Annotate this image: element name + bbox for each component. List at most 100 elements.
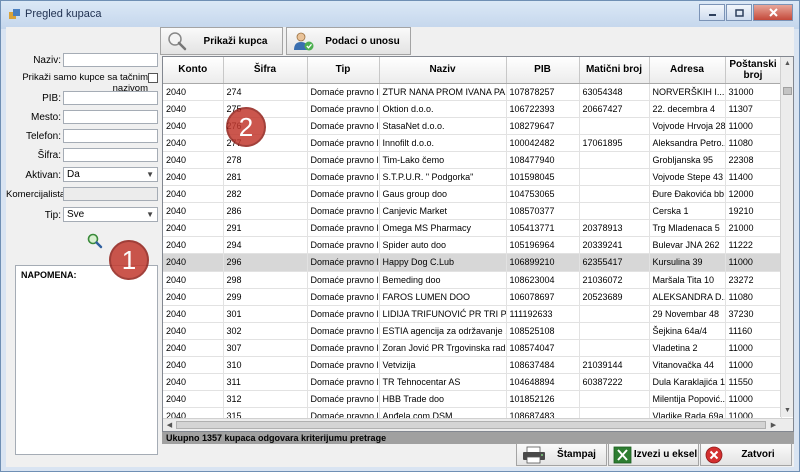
table-row[interactable]: 2040299Domaće pravno li...FAROS LUMEN DO… xyxy=(163,288,782,306)
scroll-down-icon[interactable]: ▼ xyxy=(781,404,793,417)
table-cell: 108570377 xyxy=(506,202,580,221)
scroll-left-icon[interactable]: ◀ xyxy=(163,419,176,431)
table-cell: 11550 xyxy=(725,373,782,392)
close-label: Zatvori xyxy=(741,449,775,460)
table-row[interactable]: 2040298Domaće pravno li...Bemeding doo10… xyxy=(163,271,782,289)
print-button[interactable]: Štampaj xyxy=(516,443,607,466)
table-row[interactable]: 2040296Domaće pravno li...Happy Dog C.Lu… xyxy=(163,253,782,272)
minimize-button[interactable] xyxy=(699,4,725,21)
table-row[interactable]: 2040286Domaće pravno li...Canjevic Marke… xyxy=(163,202,782,221)
export-excel-button[interactable]: Izvezi u eksel xyxy=(608,443,699,466)
table-cell: Domaće pravno li... xyxy=(307,271,380,289)
table-cell: 108623004 xyxy=(506,271,580,289)
maximize-button[interactable] xyxy=(726,4,752,21)
table-row[interactable]: 2040281Domaće pravno li...S.T.P.U.R. " P… xyxy=(163,168,782,187)
table-cell: 11080 xyxy=(725,134,782,152)
table-cell: 101852126 xyxy=(506,390,580,409)
search-icon[interactable] xyxy=(86,232,104,250)
close-button[interactable]: Zatvori xyxy=(700,443,792,466)
table-row[interactable]: 2040311Domaće pravno li...TR Tehnocentar… xyxy=(163,373,782,392)
table-cell: ESTIA agencija za održavanje ... xyxy=(379,322,507,340)
scroll-thumb[interactable] xyxy=(783,87,792,95)
komercijalista-input[interactable] xyxy=(63,187,158,201)
table-cell: 312 xyxy=(223,390,308,409)
entry-data-button[interactable]: Podaci o unosu xyxy=(286,27,411,55)
table-row[interactable]: 2040310Domaće pravno li...Vetvizija10863… xyxy=(163,356,782,375)
column-header[interactable]: Tip xyxy=(307,57,380,84)
show-customers-button[interactable]: Prikaži kupca xyxy=(160,27,283,55)
printer-icon xyxy=(523,446,545,463)
table-cell: Maršala Tita 10 xyxy=(649,271,726,289)
table-cell: 2040 xyxy=(163,373,224,392)
aktivan-select[interactable]: Da ▼ xyxy=(63,167,158,182)
table-cell: Domaće pravno li... xyxy=(307,219,380,238)
table-row[interactable]: 2040312Domaće pravno li...HBB Trade doo1… xyxy=(163,390,782,409)
table-row[interactable]: 2040278Domaće pravno li...Tim-Lako čemo1… xyxy=(163,151,782,169)
table-cell: Kursulina 39 xyxy=(649,253,726,272)
table-cell xyxy=(579,168,650,187)
vertical-scrollbar[interactable]: ▲ ▼ xyxy=(780,57,793,417)
scroll-up-icon[interactable]: ▲ xyxy=(781,57,793,70)
table-cell: 2040 xyxy=(163,219,224,238)
table-cell: Domaće pravno li... xyxy=(307,151,380,169)
table-row[interactable]: 2040301Domaće pravno li...LIDIJA TRIFUNO… xyxy=(163,305,782,323)
exact-match-checkbox[interactable] xyxy=(148,73,158,83)
client-area: Naziv: Prikaži samo kupce sa tačnim nazi… xyxy=(6,27,794,467)
table-cell: 281 xyxy=(223,168,308,187)
telefon-input[interactable] xyxy=(63,129,158,143)
hscroll-thumb[interactable] xyxy=(176,421,766,429)
table-cell: Domaće pravno li... xyxy=(307,185,380,204)
column-header[interactable]: Matični broj xyxy=(579,57,650,84)
table-cell: 20378913 xyxy=(579,219,650,238)
table-cell: 286 xyxy=(223,202,308,221)
table-cell: 22. decembra 4 xyxy=(649,100,726,118)
table-cell: 302 xyxy=(223,322,308,340)
table-cell: 296 xyxy=(223,253,308,272)
column-header[interactable]: Naziv xyxy=(379,57,507,84)
tip-value: Sve xyxy=(67,209,85,220)
table-cell: 105196964 xyxy=(506,236,580,255)
pib-input[interactable] xyxy=(63,91,158,105)
table-cell: Domaće pravno li... xyxy=(307,117,380,135)
sifra-input[interactable] xyxy=(63,148,158,162)
column-header[interactable]: PIB xyxy=(506,57,580,84)
table-cell: Domaće pravno li... xyxy=(307,253,380,272)
table-cell: 307 xyxy=(223,339,308,358)
scroll-right-icon[interactable]: ▶ xyxy=(767,419,780,431)
table-row[interactable]: 2040291Domaće pravno li...Omega MS Pharm… xyxy=(163,219,782,238)
close-icon xyxy=(705,446,723,463)
table-cell: 105413771 xyxy=(506,219,580,238)
chevron-down-icon: ▼ xyxy=(146,210,154,219)
window-controls xyxy=(699,4,793,21)
table-row[interactable]: 2040302Domaće pravno li...ESTIA agencija… xyxy=(163,322,782,340)
table-cell: HBB Trade doo xyxy=(379,390,507,409)
table-cell: 108525108 xyxy=(506,322,580,340)
column-header[interactable]: Poštanski broj xyxy=(725,57,782,84)
table-cell: 63054348 xyxy=(579,83,650,101)
mesto-input[interactable] xyxy=(63,110,158,124)
table-row[interactable]: 2040282Domaće pravno li...Gaus group doo… xyxy=(163,185,782,204)
table-cell: Domaće pravno li... xyxy=(307,100,380,118)
tip-select[interactable]: Sve ▼ xyxy=(63,207,158,222)
title-bar[interactable]: Pregled kupaca xyxy=(1,1,799,29)
column-header[interactable]: Konto xyxy=(163,57,224,84)
naziv-input[interactable] xyxy=(63,53,158,67)
close-icon xyxy=(768,8,778,17)
table-cell: 2040 xyxy=(163,134,224,152)
column-header[interactable]: Šifra xyxy=(223,57,308,84)
table-cell: Tim-Lako čemo xyxy=(379,151,507,169)
table-cell: Domaće pravno li... xyxy=(307,322,380,340)
chevron-down-icon: ▼ xyxy=(146,170,154,179)
table-cell: 29 Novembar 48 xyxy=(649,305,726,323)
horizontal-scrollbar[interactable]: ◀ ▶ xyxy=(163,418,793,431)
table-cell: Canjevic Market xyxy=(379,202,507,221)
close-window-button[interactable] xyxy=(753,4,793,21)
table-cell xyxy=(579,202,650,221)
column-header[interactable]: Adresa xyxy=(649,57,726,84)
table-row[interactable]: 2040294Domaće pravno li...Spider auto do… xyxy=(163,236,782,255)
note-box[interactable]: NAPOMENA: xyxy=(15,265,158,455)
table-row[interactable]: 2040307Domaće pravno li...Zoran Jović PR… xyxy=(163,339,782,358)
table-row[interactable]: 2040274Domaće pravno li...ZTUR NANA PROM… xyxy=(163,83,782,101)
table-cell: ZTUR NANA PROM IVANA PA... xyxy=(379,83,507,101)
table-cell: Domaće pravno li... xyxy=(307,202,380,221)
